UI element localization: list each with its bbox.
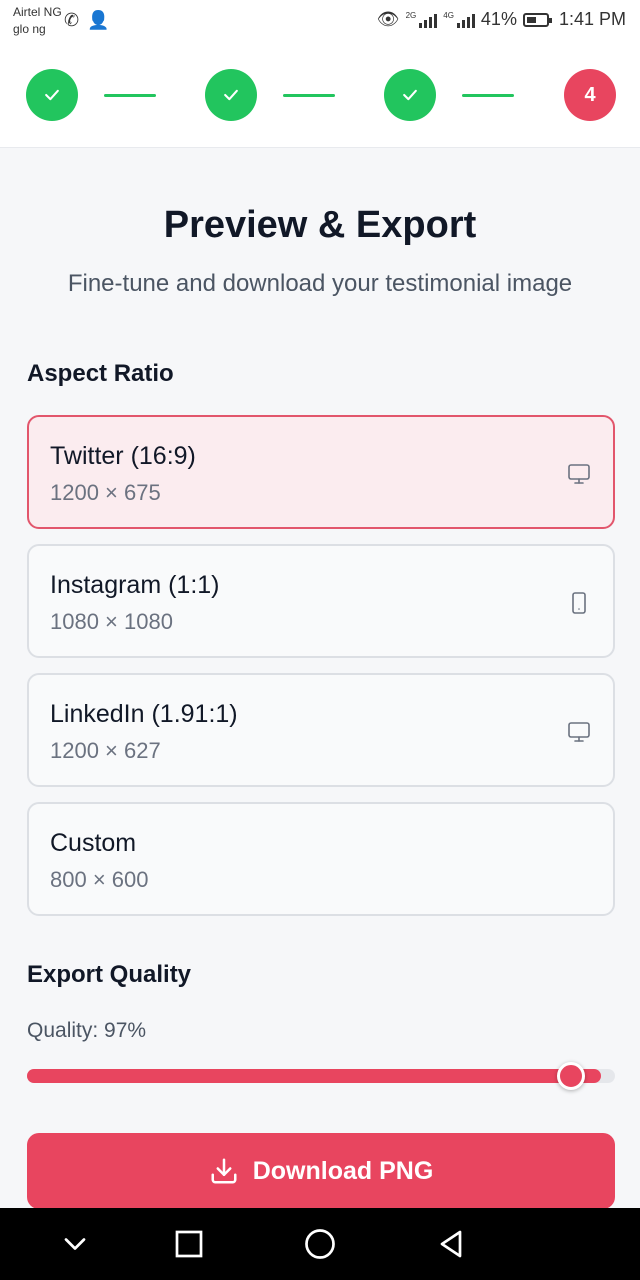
progress-stepper: 4 xyxy=(0,42,640,148)
navigation-bar xyxy=(0,1208,640,1280)
step-connector xyxy=(283,94,335,97)
slider-thumb[interactable] xyxy=(557,1062,586,1090)
signal-icon: 2G xyxy=(405,10,438,28)
circle-icon[interactable] xyxy=(302,1226,338,1262)
aspect-option-linkedin[interactable]: LinkedIn (1.91:1) 1200 × 627 xyxy=(27,673,615,787)
step-1-complete[interactable] xyxy=(26,69,78,121)
aspect-option-size: 1200 × 627 xyxy=(50,738,161,763)
whatsapp-icon: ✆ xyxy=(64,10,80,30)
chevron-down-icon[interactable] xyxy=(57,1226,93,1262)
step-2-complete[interactable] xyxy=(205,69,257,121)
quality-readout: Quality: 97% xyxy=(27,1019,147,1042)
carrier-line-1: Airtel NG xyxy=(13,5,62,19)
square-icon[interactable] xyxy=(171,1226,207,1262)
step-3-complete[interactable] xyxy=(384,69,436,121)
slider-fill xyxy=(27,1069,601,1083)
export-quality-heading: Export Quality xyxy=(27,961,192,988)
download-png-button[interactable]: Download PNG xyxy=(27,1133,615,1209)
back-triangle-icon[interactable] xyxy=(433,1226,469,1262)
aspect-option-twitter[interactable]: Twitter (16:9) 1200 × 675 xyxy=(27,415,615,529)
aspect-option-size: 1080 × 1080 xyxy=(50,609,173,634)
aspect-option-size: 1200 × 675 xyxy=(50,480,161,505)
network-type-2: 4G xyxy=(443,10,454,20)
carrier-info: Airtel NG glo ng xyxy=(13,4,62,38)
monitor-icon xyxy=(568,722,590,742)
aspect-option-name: Instagram (1:1) xyxy=(50,571,220,599)
quality-slider[interactable] xyxy=(27,1062,615,1090)
aspect-option-instagram[interactable]: Instagram (1:1) 1080 × 1080 xyxy=(27,544,615,658)
aspect-option-name: Custom xyxy=(50,829,137,857)
download-icon xyxy=(211,1158,237,1184)
status-bar: Airtel NG glo ng ✆ 👤 👁 2G 4G 41% 1:41 PM xyxy=(0,0,640,42)
check-icon xyxy=(224,89,238,101)
carrier-line-2: glo ng xyxy=(13,22,46,36)
step-4-current[interactable]: 4 xyxy=(564,69,616,121)
aspect-option-custom[interactable]: Custom 800 × 600 xyxy=(27,802,615,916)
aspect-option-name: LinkedIn (1.91:1) xyxy=(50,700,238,728)
aspect-option-size: 800 × 600 xyxy=(50,867,149,892)
eye-icon: 👁 xyxy=(376,9,400,29)
person-add-icon: 👤 xyxy=(87,10,110,30)
network-type-1: 2G xyxy=(405,10,417,20)
battery-icon xyxy=(522,12,552,27)
clock: 1:41 PM xyxy=(558,9,626,29)
signal-icon: 4G xyxy=(443,10,475,28)
aspect-option-name: Twitter (16:9) xyxy=(50,442,196,470)
check-icon xyxy=(403,89,417,101)
download-button-label: Download PNG xyxy=(252,1156,434,1185)
check-icon xyxy=(45,89,59,101)
page-subtitle: Fine-tune and download your testimonial … xyxy=(67,270,573,297)
aspect-ratio-heading: Aspect Ratio xyxy=(27,360,174,387)
monitor-icon xyxy=(568,464,590,484)
page-title: Preview & Export xyxy=(163,204,477,246)
step-connector xyxy=(462,94,514,97)
step-connector xyxy=(104,94,156,97)
battery-percent: 41% xyxy=(480,9,517,29)
smartphone-icon xyxy=(572,592,586,614)
